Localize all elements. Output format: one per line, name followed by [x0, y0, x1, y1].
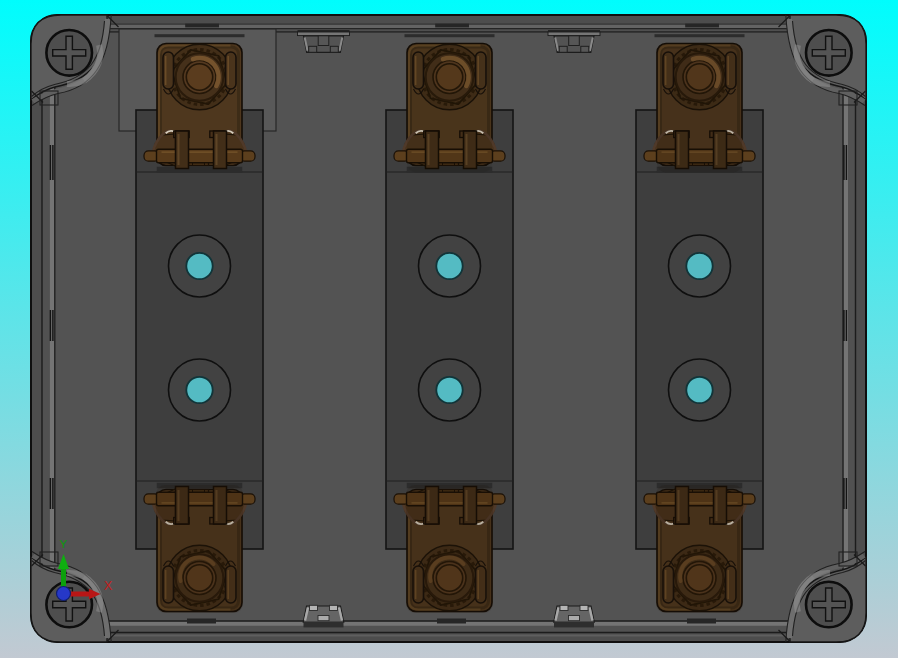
- svg-text:Y: Y: [60, 538, 68, 550]
- svg-text:X: X: [104, 579, 113, 593]
